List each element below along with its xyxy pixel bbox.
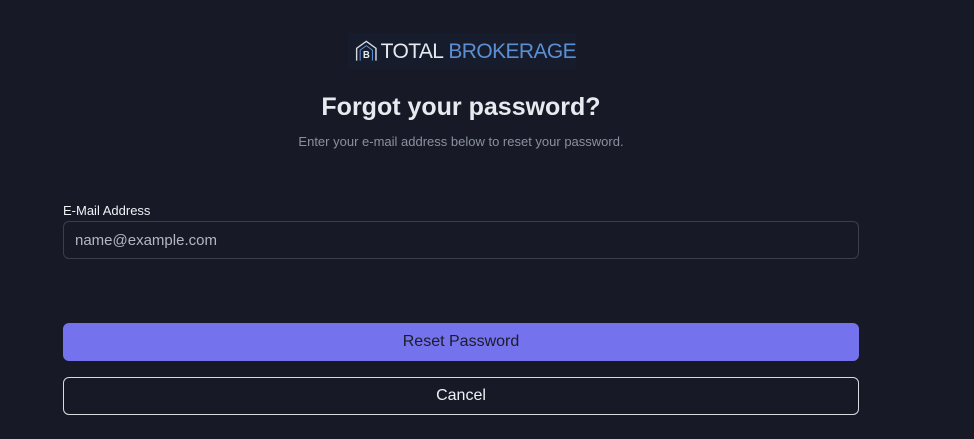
- email-label: E-Mail Address: [63, 203, 151, 218]
- cancel-button[interactable]: Cancel: [63, 377, 859, 415]
- page-subtitle: Enter your e-mail address below to reset…: [298, 134, 624, 149]
- brand-wordmark: TOTAL BROKERAGE: [380, 39, 577, 63]
- brand-logo: B TOTAL BROKERAGE: [348, 33, 577, 69]
- reset-password-button[interactable]: Reset Password: [63, 323, 859, 361]
- brand-name-brokerage: BROKERAGE: [448, 39, 576, 63]
- brand-name-total: TOTAL: [380, 39, 444, 63]
- email-input[interactable]: [63, 221, 859, 259]
- house-logo-icon: B: [355, 40, 377, 61]
- svg-text:B: B: [363, 50, 370, 61]
- page-title: Forgot your password?: [321, 93, 601, 121]
